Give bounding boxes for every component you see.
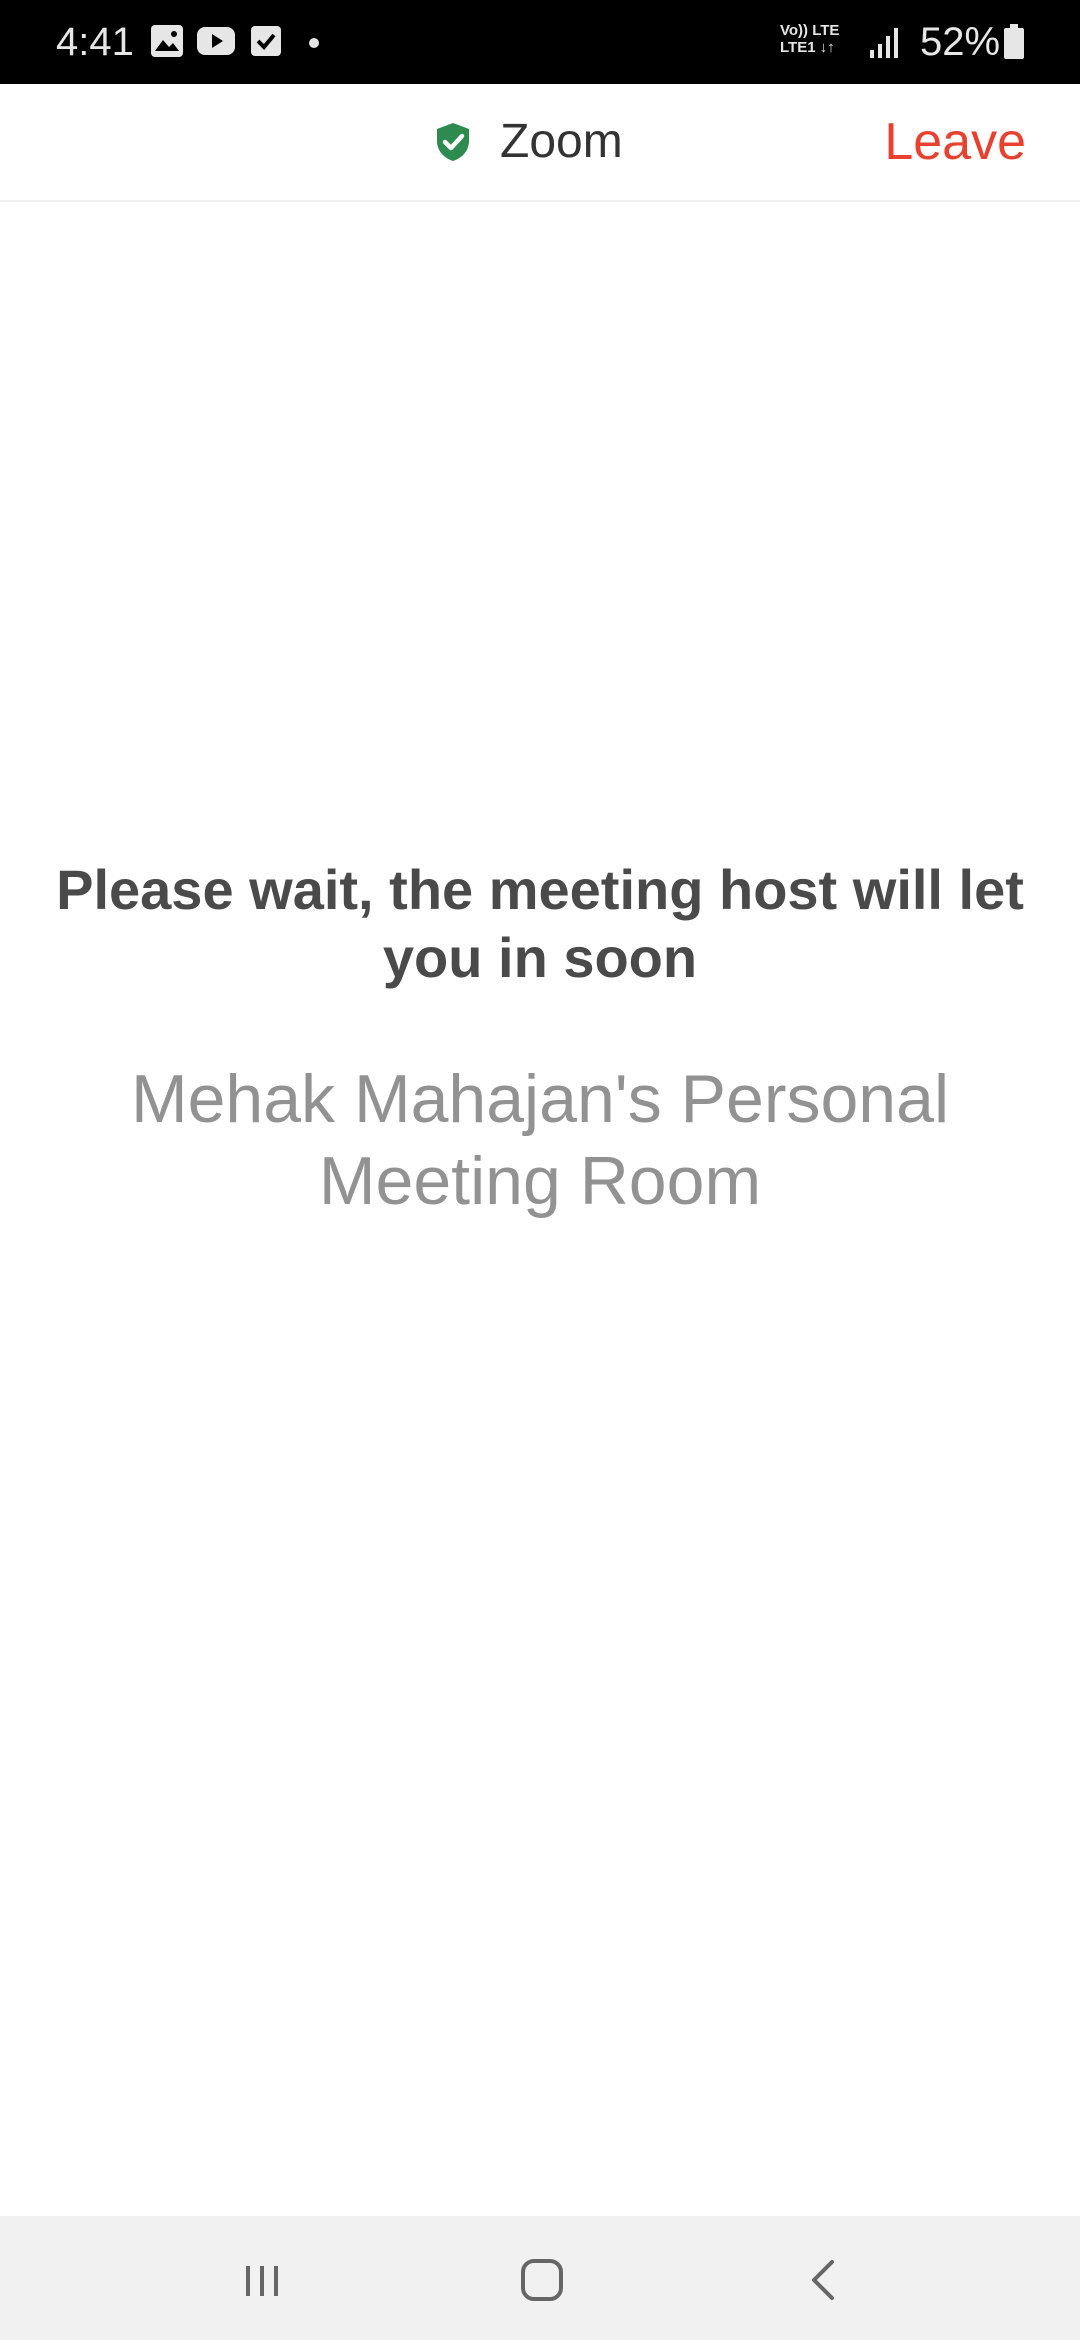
waiting-room-message: Please wait, the meeting host will let y… [56,858,1024,989]
notification-dot [309,38,319,48]
battery-icon [1004,24,1024,59]
leave-button[interactable]: Leave [884,112,1026,172]
shield-check-icon[interactable] [434,122,472,162]
youtube-icon [197,27,235,55]
gallery-icon [151,25,183,57]
system-nav-bar [0,2216,1080,2340]
status-bar: 4:41 Vo)) LTE LTE1 ↓↑ 52% [0,0,1080,84]
header-title: Zoom [500,115,623,168]
signal-bars-icon [870,28,898,58]
header-title-group: Zoom [434,114,623,170]
battery-percent: 52% [920,20,1001,64]
back-icon[interactable] [794,2252,854,2308]
meeting-header: Zoom Leave [0,84,1080,202]
meeting-room-name: Mehak Mahajan's Personal Meeting Room [130,1061,950,1219]
recent-apps-icon[interactable] [232,2252,292,2308]
network-indicator: Vo)) LTE LTE1 ↓↑ [780,22,842,62]
checkbox-icon [251,26,281,56]
network-label-line1: Vo)) LTE [780,22,840,39]
network-label-line2: LTE1 ↓↑ [780,39,835,56]
screen: 4:41 Vo)) LTE LTE1 ↓↑ 52% Zoom Leave Ple… [0,0,1080,2340]
status-time: 4:41 [56,20,134,64]
home-icon[interactable] [512,2252,572,2308]
